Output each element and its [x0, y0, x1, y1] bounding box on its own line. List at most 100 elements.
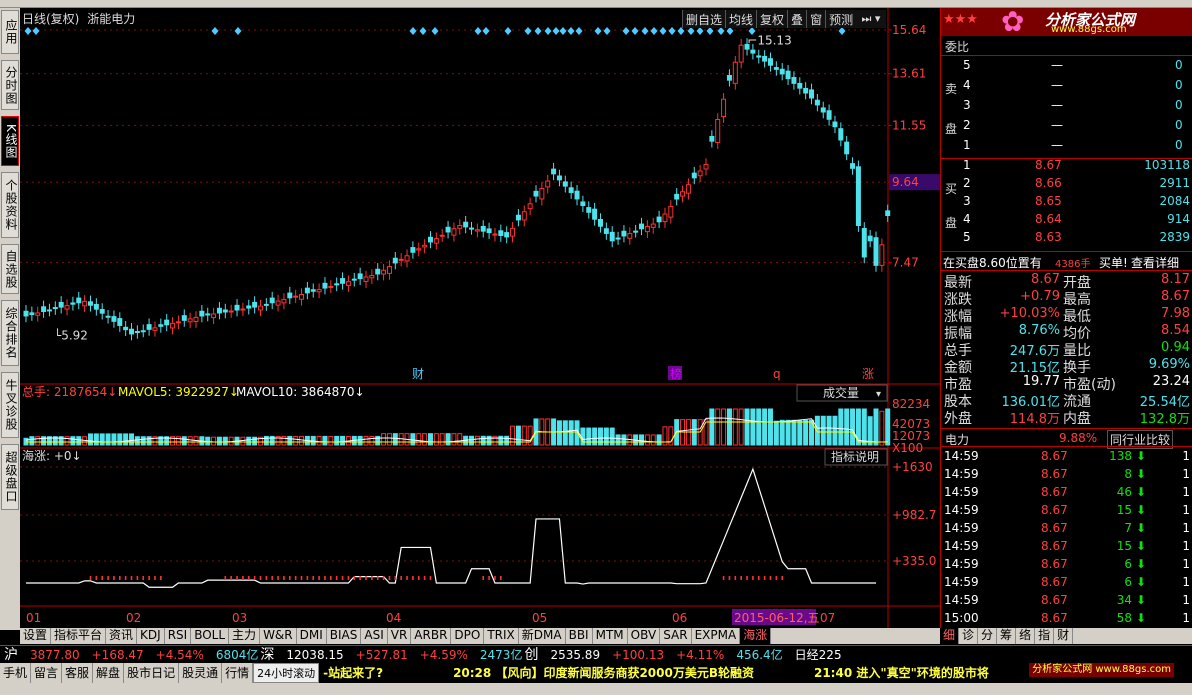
indicator-tab-19[interactable]: SAR: [660, 628, 692, 644]
event-marker-zhang[interactable]: 涨: [862, 366, 874, 381]
volume-bar: [117, 433, 123, 446]
left-tab-7[interactable]: 超级盘口: [1, 444, 19, 510]
right-tab-6[interactable]: 财: [1054, 628, 1074, 644]
indicator-tab-7[interactable]: W&R: [260, 628, 297, 644]
indicator-tab-3[interactable]: KDJ: [137, 628, 165, 644]
tick-volume: 6: [1124, 557, 1132, 571]
indicator-tick: [247, 576, 250, 580]
tick-time: 14:59: [944, 575, 979, 589]
more-menu-button[interactable]: ⏭ ▾: [856, 10, 886, 28]
kline-chart-area[interactable]: 15.64 13.61 11.55 9.64 7.47 ⌐15.13 └5.92 财 榜 q 涨总手…: [20, 8, 940, 630]
quote-value: 23.24: [1152, 374, 1190, 389]
indicator-tab-14[interactable]: TRIX: [484, 628, 519, 644]
weibi-label: 委比: [945, 40, 970, 54]
right-tab-0[interactable]: 细: [940, 628, 960, 644]
event-marker-cai[interactable]: 财: [412, 367, 424, 381]
volume-bar: [111, 433, 117, 446]
indicator-tab-12[interactable]: ARBR: [411, 628, 452, 644]
indicator-tick: [224, 576, 227, 580]
left-tab-3[interactable]: 个股资料: [1, 172, 19, 238]
left-tab-5[interactable]: 综合排名: [1, 300, 19, 366]
news-bar-item-6[interactable]: 行情: [222, 663, 254, 683]
header-button-2[interactable]: 复权: [756, 10, 788, 28]
candle-body: [726, 74, 732, 81]
left-tab-6[interactable]: 牛叉诊股: [1, 372, 19, 438]
candle-body: [304, 287, 310, 294]
quote-value: 8.67: [1031, 272, 1060, 287]
news-bar-item-5[interactable]: 股灵通: [179, 663, 223, 683]
right-tab-5[interactable]: 指: [1035, 628, 1055, 644]
candle-body: [721, 98, 727, 118]
scroll-news-label[interactable]: 24小时滚动: [253, 663, 320, 683]
right-tab-2[interactable]: 分: [978, 628, 998, 644]
event-marker-q[interactable]: q: [773, 367, 781, 381]
index-status-bar: 沪 3877.80 +168.47 +4.54% 6804亿深 12038.15 +527.…: [0, 645, 1192, 663]
indicator-tab-8[interactable]: DMI: [296, 628, 327, 644]
volume-bar: [445, 433, 451, 446]
indicator-tab-21[interactable]: 海涨: [740, 628, 772, 644]
news-bar-item-0[interactable]: 手机: [0, 663, 32, 683]
signal-diamond-icon: [409, 27, 417, 35]
candle-body: [850, 163, 856, 169]
indicator-tab-10[interactable]: ASI: [361, 628, 388, 644]
volume-bar: [76, 436, 82, 446]
news-bar-item-1[interactable]: 留言: [31, 663, 63, 683]
volume-bar: [451, 433, 457, 446]
indicator-tab-11[interactable]: VR: [387, 628, 412, 644]
left-tab-0[interactable]: 应用: [1, 10, 19, 54]
flower-icon: ✿: [1001, 5, 1025, 38]
event-marker-bang[interactable]: 榜: [670, 366, 682, 381]
kline-svg[interactable]: 15.64 13.61 11.55 9.64 7.47 ⌐15.13 └5.92 财 榜 q 涨总手…: [20, 8, 940, 630]
indicator-tick: [335, 576, 338, 580]
tick-price: 8.67: [1041, 449, 1068, 463]
left-tab-label: 分时图: [4, 65, 18, 105]
indicator-tab-18[interactable]: OBV: [627, 628, 661, 644]
header-button-3[interactable]: 叠: [787, 10, 807, 28]
indicator-tab-4[interactable]: RSI: [164, 628, 192, 644]
right-tab-3[interactable]: 筹: [997, 628, 1017, 644]
candle-body: [41, 306, 47, 312]
indicator-tab-6[interactable]: 主力: [229, 628, 261, 644]
indicator-tab-20[interactable]: EXPMA: [691, 628, 741, 644]
left-tab-2[interactable]: K线图: [1, 116, 19, 166]
buy-price: 8.67: [1035, 158, 1062, 172]
right-tab-1[interactable]: 诊: [959, 628, 979, 644]
left-tab-1[interactable]: 分时图: [1, 60, 19, 110]
indicator-tab-15[interactable]: 新DMA: [518, 628, 566, 644]
header-button-5[interactable]: 预测: [825, 10, 857, 28]
left-tab-4[interactable]: 自选股: [1, 244, 19, 294]
indicator-tick: [752, 576, 754, 580]
indicator-tick: [359, 576, 361, 580]
volume-bar: [369, 435, 375, 446]
volume-bar: [35, 436, 41, 446]
news-1[interactable]: -站起来了?: [323, 666, 383, 680]
notice-detail-link[interactable]: 查看详细: [1131, 254, 1179, 271]
candle-body: [46, 309, 52, 312]
tick-price: 8.67: [1041, 467, 1068, 481]
volume-bar: [721, 408, 727, 446]
header-button-4[interactable]: 窗: [806, 10, 826, 28]
buy-label: 买: [945, 182, 958, 196]
news-bar-item-4[interactable]: 股市日记: [124, 663, 180, 683]
news-2[interactable]: 20:28 【风向】印度新闻服务商获2000万美元B轮融资: [453, 666, 754, 680]
header-button-0[interactable]: 删自选: [682, 10, 726, 28]
indicator-tab-0[interactable]: 设置: [20, 628, 52, 644]
candle-body: [533, 190, 539, 197]
indicator-tab-2[interactable]: 资讯: [106, 628, 138, 644]
chevron-down-icon: ▾: [876, 389, 881, 400]
news-bar-item-2[interactable]: 客服: [62, 663, 94, 683]
indicator-tab-5[interactable]: BOLL: [191, 628, 230, 644]
volume-bar: [832, 415, 838, 446]
candle-body: [644, 225, 650, 233]
right-tab-4[interactable]: 络: [1016, 628, 1036, 644]
news-3[interactable]: 21:40 进入"真空"环境的股市将: [814, 666, 989, 680]
indicator-tab-16[interactable]: BBI: [565, 628, 593, 644]
indicator-tab-13[interactable]: DPO: [451, 628, 485, 644]
news-bar-item-3[interactable]: 解盘: [93, 663, 125, 683]
indicator-tab-17[interactable]: MTM: [592, 628, 628, 644]
volume-bar: [656, 434, 662, 446]
left-tab-label: K线图: [4, 123, 18, 159]
header-button-1[interactable]: 均线: [725, 10, 757, 28]
indicator-tab-9[interactable]: BIAS: [326, 628, 362, 644]
indicator-tab-1[interactable]: 指标平台: [51, 628, 107, 644]
